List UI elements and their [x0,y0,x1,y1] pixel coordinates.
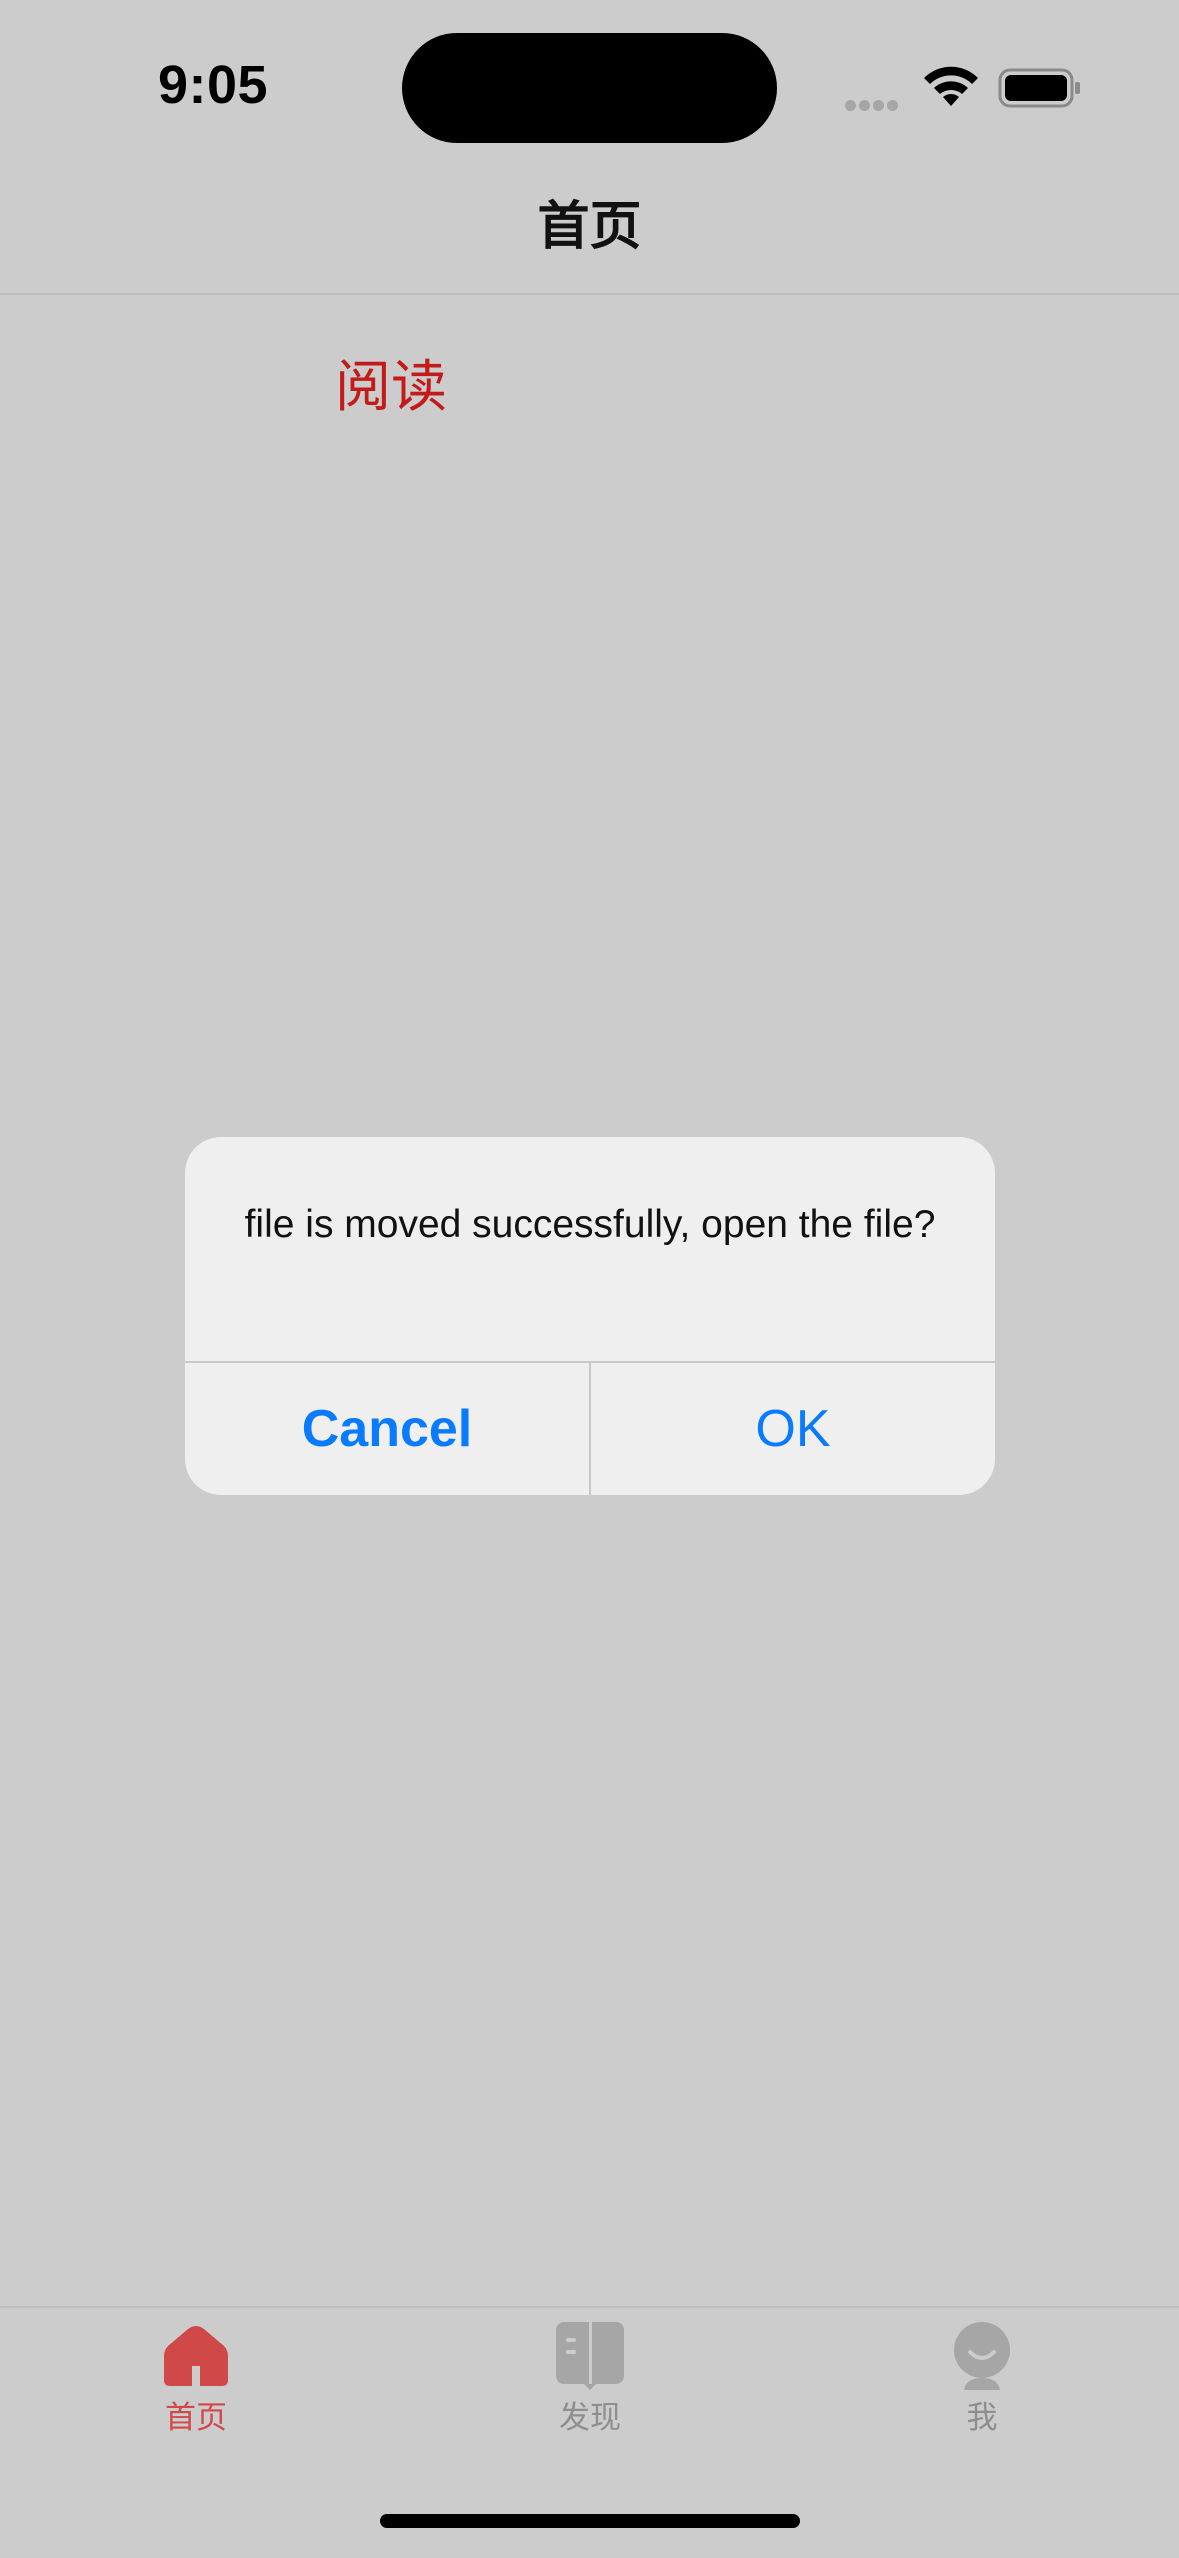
status-bar: 9:05 [0,0,1179,170]
tab-discover[interactable]: 发现 [490,2320,690,2438]
read-link[interactable]: 阅读 [335,352,447,424]
tab-me[interactable]: 我 [882,2320,1082,2438]
battery-icon [998,68,1080,108]
tab-discover-label: 发现 [559,2400,621,2436]
dynamic-island [402,33,777,143]
tab-home-label: 首页 [165,2400,227,2436]
home-indicator[interactable] [380,2514,800,2528]
tab-home[interactable]: 首页 [96,2320,296,2438]
wifi-icon [924,66,978,106]
alert-message: file is moved successfully, open the fil… [244,1203,936,1246]
navigation-bar: 首页 [0,170,1179,295]
home-icon [164,2326,228,2386]
ok-button[interactable]: OK [591,1363,995,1495]
status-time: 9:05 [158,55,269,115]
page-title: 首页 [537,197,642,257]
book-icon [556,2322,624,2390]
alert-dialog: file is moved successfully, open the fil… [185,1137,995,1495]
cellular-dots-icon [845,96,905,111]
cancel-button[interactable]: Cancel [185,1363,589,1495]
tab-me-label: 我 [966,2400,998,2436]
person-icon [954,2322,1010,2390]
